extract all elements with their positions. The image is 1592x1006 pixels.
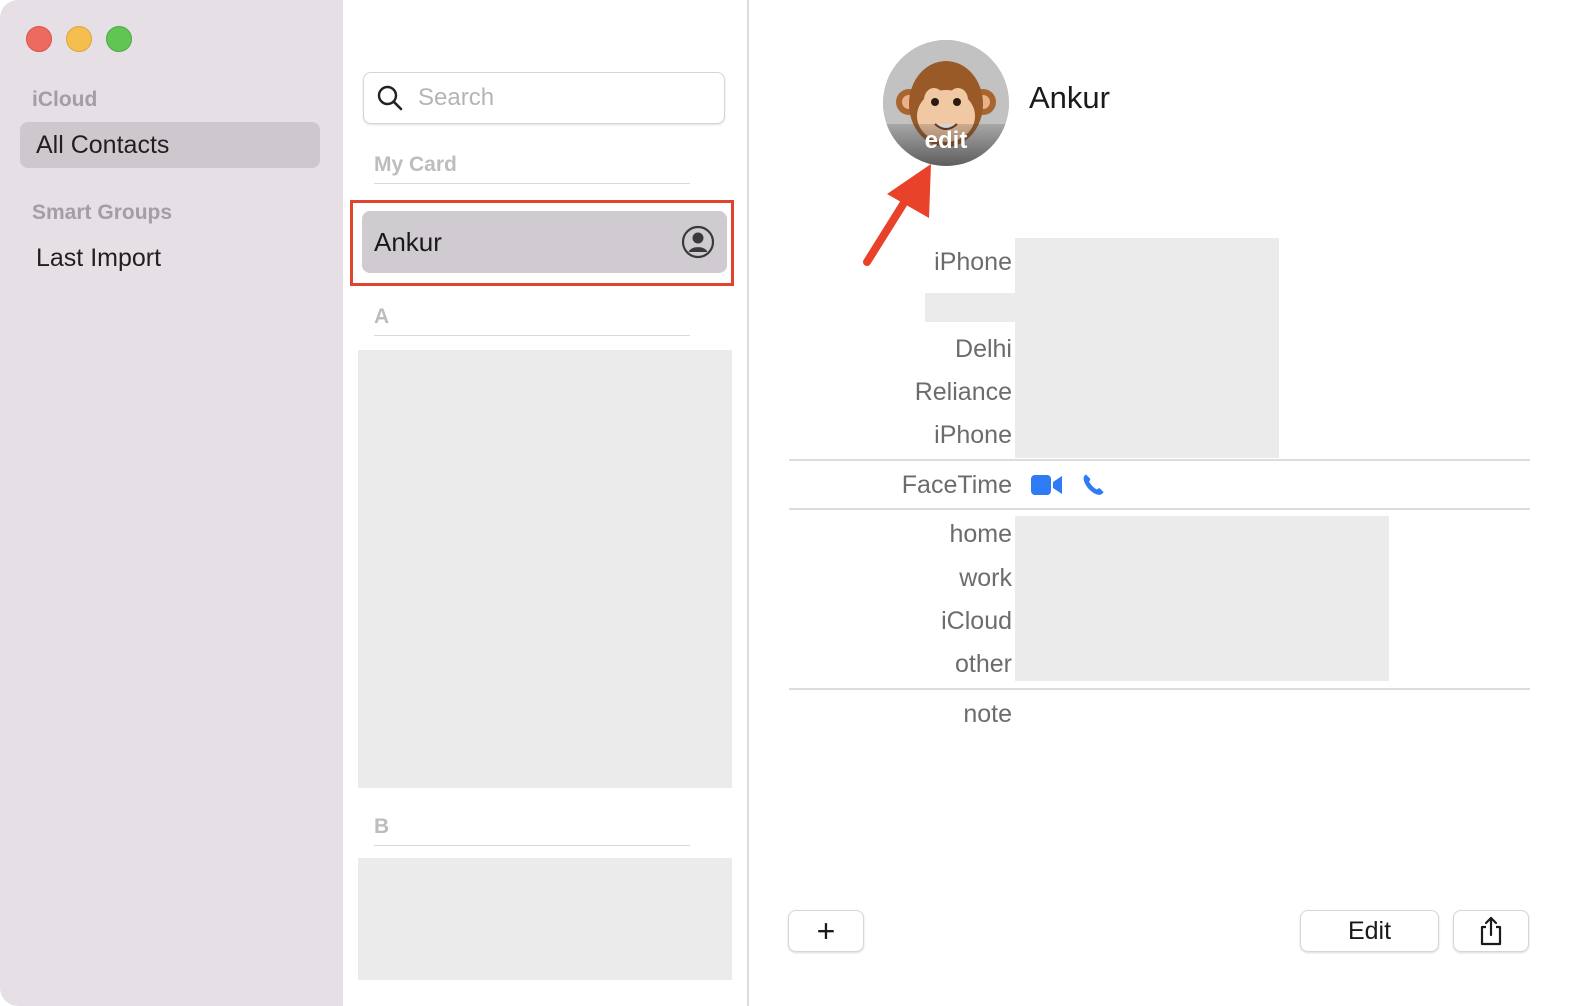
red-arrow-annotation	[863, 164, 931, 266]
field-label-reliance: Reliance	[914, 378, 1012, 406]
sidebar-item-label: Last Import	[36, 243, 162, 272]
share-icon	[1480, 916, 1502, 946]
redacted-field-label	[925, 293, 1017, 322]
field-label-other: other	[955, 650, 1012, 678]
search-input[interactable]	[416, 83, 700, 113]
minimize-window-button[interactable]	[66, 26, 92, 52]
redacted-contacts-b	[358, 858, 732, 980]
field-label-facetime: FaceTime	[901, 471, 1012, 499]
field-label-note: note	[963, 700, 1012, 728]
redacted-contacts-a	[358, 350, 732, 788]
edit-button[interactable]: Edit	[1300, 910, 1439, 952]
section-label-my-card: My Card	[374, 153, 690, 184]
my-card-name: Ankur	[374, 226, 442, 257]
me-card-icon	[681, 225, 715, 259]
sidebar-item-label: All Contacts	[36, 130, 170, 159]
field-label-icloud: iCloud	[941, 607, 1012, 635]
search-icon	[377, 85, 403, 111]
field-label-home: home	[949, 520, 1012, 548]
divider	[789, 688, 1530, 690]
field-label-iphone-2: iPhone	[934, 421, 1012, 449]
divider	[789, 459, 1530, 461]
contacts-window: iCloud All Contacts Smart Groups Last Im…	[0, 0, 1592, 1006]
add-contact-button[interactable]: +	[788, 910, 864, 952]
sidebar: iCloud All Contacts Smart Groups Last Im…	[0, 0, 343, 1006]
redacted-email-values	[1015, 516, 1389, 681]
section-label-a: A	[374, 305, 690, 336]
sidebar-heading-icloud: iCloud	[32, 88, 98, 111]
search-field[interactable]	[363, 72, 725, 124]
plus-icon: +	[816, 912, 836, 949]
my-card-row[interactable]: Ankur	[362, 211, 727, 273]
contact-avatar[interactable]: edit	[883, 40, 1009, 166]
field-label-iphone: iPhone	[934, 248, 1012, 276]
contact-detail-pane: edit Ankur iPhone Delhi Reliance iPhone …	[749, 0, 1592, 1006]
zoom-window-button[interactable]	[106, 26, 132, 52]
phone-icon[interactable]	[1081, 473, 1105, 497]
sidebar-item-all-contacts[interactable]: All Contacts	[20, 122, 320, 168]
contact-list-pane: My Card Ankur A B	[343, 0, 749, 1006]
section-label-b: B	[374, 815, 690, 846]
field-label-delhi: Delhi	[955, 335, 1012, 363]
redacted-phone-values	[1015, 238, 1279, 458]
sidebar-heading-smart-groups: Smart Groups	[32, 201, 173, 224]
video-icon[interactable]	[1031, 474, 1063, 496]
field-label-work: work	[959, 564, 1012, 592]
sidebar-item-last-import[interactable]: Last Import	[20, 235, 320, 281]
contact-name: Ankur	[1029, 80, 1110, 115]
close-window-button[interactable]	[26, 26, 52, 52]
facetime-actions	[1031, 473, 1105, 497]
share-button[interactable]	[1453, 910, 1529, 952]
divider	[789, 508, 1530, 510]
